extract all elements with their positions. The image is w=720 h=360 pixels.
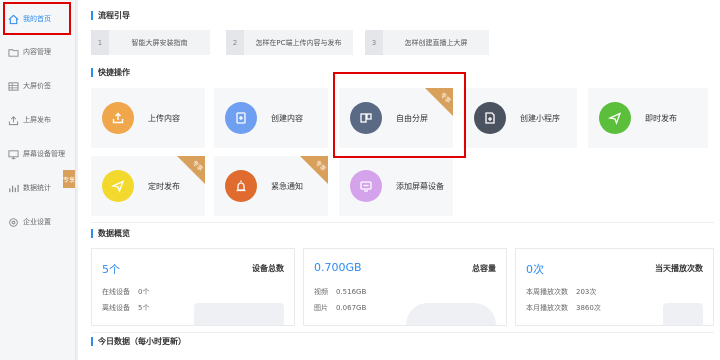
stat-row: 本周播放次数 203次 <box>526 288 597 296</box>
step-number: 2 <box>226 30 244 55</box>
upload-icon <box>7 114 19 126</box>
decorative-graphic <box>663 303 703 325</box>
upload-icon <box>102 102 134 134</box>
folder-icon <box>7 46 19 58</box>
send-icon <box>102 170 134 202</box>
sidebar-item-label: 大屏价签 <box>23 82 51 90</box>
step-number: 1 <box>91 30 109 55</box>
monitor-icon <box>7 148 19 160</box>
sidebar-item-label: 数据统计 <box>23 184 51 192</box>
stat-row: 离线设备 5个 <box>102 304 150 312</box>
device-total-card: 5个 设备总数 在线设备 0个 离线设备 5个 <box>91 248 295 326</box>
step-label: 怎样创建直播上大屏 <box>404 38 468 47</box>
guide-step-2[interactable]: 2 怎样在PC端上传内容与发布 <box>226 30 353 55</box>
bar-chart-icon <box>7 182 19 194</box>
sidebar-item-label: 屏幕设备管理 <box>23 150 65 158</box>
stat-value: 0.700GB <box>314 261 362 274</box>
today-data-title: 今日数据（每小时更新） <box>91 336 186 347</box>
sidebar-item-price-tag[interactable]: 大屏价签 <box>0 69 76 103</box>
daily-plays-card: 0次 当天播放次数 本周播放次数 203次 本月播放次数 3860次 <box>515 248 714 326</box>
add-doc-icon <box>225 102 257 134</box>
divider <box>91 222 714 223</box>
add-page-icon <box>474 102 506 134</box>
send-icon <box>599 102 631 134</box>
card-label: 添加屏幕设备 <box>396 181 444 191</box>
instant-publish-card[interactable]: 即时发布 <box>588 88 708 148</box>
card-label: 创建小程序 <box>520 113 560 123</box>
highlight-box-split-screen <box>333 72 466 158</box>
divider <box>91 332 714 333</box>
sidebar-item-devices[interactable]: 屏幕设备管理 <box>0 137 76 171</box>
data-overview-title: 数据概览 <box>91 228 130 239</box>
add-screen-device-card[interactable]: 添加屏幕设备 <box>339 156 453 216</box>
step-label: 怎样在PC端上传内容与发布 <box>255 38 342 47</box>
total-capacity-card: 0.700GB 总容量 视频 0.516GB 图片 0.067GB <box>303 248 507 326</box>
card-label: 即时发布 <box>645 113 677 123</box>
stat-title: 总容量 <box>472 264 496 273</box>
screen-add-icon <box>350 170 382 202</box>
create-content-card[interactable]: 创建内容 <box>214 88 328 148</box>
card-label: 上传内容 <box>148 113 180 123</box>
stat-value: 0次 <box>526 263 544 276</box>
sidebar: 我的首页 内容管理 大屏价签 上屏发布 屏幕设备管理 数据统计 专享 企业设置 <box>0 0 76 360</box>
stat-row: 图片 0.067GB <box>314 304 367 312</box>
card-label: 定时发布 <box>148 181 180 191</box>
sidebar-item-publish[interactable]: 上屏发布 <box>0 103 76 137</box>
decorative-graphic <box>194 303 284 325</box>
sidebar-item-content[interactable]: 内容管理 <box>0 35 76 69</box>
stat-row: 在线设备 0个 <box>102 288 150 296</box>
highlight-box-home <box>3 2 71 35</box>
card-label: 紧急通知 <box>271 181 303 191</box>
alarm-icon <box>225 170 257 202</box>
exclusive-ribbon: 专享 <box>63 170 75 188</box>
gear-icon <box>7 216 19 228</box>
guide-step-1[interactable]: 1 智能大屏安装指南 <box>91 30 210 55</box>
create-mini-program-card[interactable]: 创建小程序 <box>463 88 577 148</box>
upload-content-card[interactable]: 上传内容 <box>91 88 205 148</box>
main-content: 流程引导 1 智能大屏安装指南 2 怎样在PC端上传内容与发布 3 怎样创建直播… <box>78 0 720 360</box>
stat-row: 本月播放次数 3860次 <box>526 304 601 312</box>
decorative-graphic <box>406 303 496 325</box>
stat-row: 视频 0.516GB <box>314 288 367 296</box>
scheduled-publish-card[interactable]: 定时发布 专享 <box>91 156 205 216</box>
step-number: 3 <box>365 30 383 55</box>
step-label: 智能大屏安装指南 <box>131 38 188 47</box>
process-guide-title: 流程引导 <box>91 10 130 21</box>
quick-actions-title: 快捷操作 <box>91 67 130 78</box>
sidebar-item-label: 企业设置 <box>23 218 51 226</box>
stat-title: 设备总数 <box>252 264 284 273</box>
table-icon <box>7 80 19 92</box>
stat-value: 5个 <box>102 263 120 276</box>
sidebar-item-settings[interactable]: 企业设置 <box>0 205 76 239</box>
emergency-notice-card[interactable]: 紧急通知 专享 <box>214 156 328 216</box>
guide-step-3[interactable]: 3 怎样创建直播上大屏 <box>365 30 489 55</box>
sidebar-item-label: 内容管理 <box>23 48 51 56</box>
sidebar-item-label: 上屏发布 <box>23 116 51 124</box>
stat-title: 当天播放次数 <box>655 264 703 273</box>
card-label: 创建内容 <box>271 113 303 123</box>
